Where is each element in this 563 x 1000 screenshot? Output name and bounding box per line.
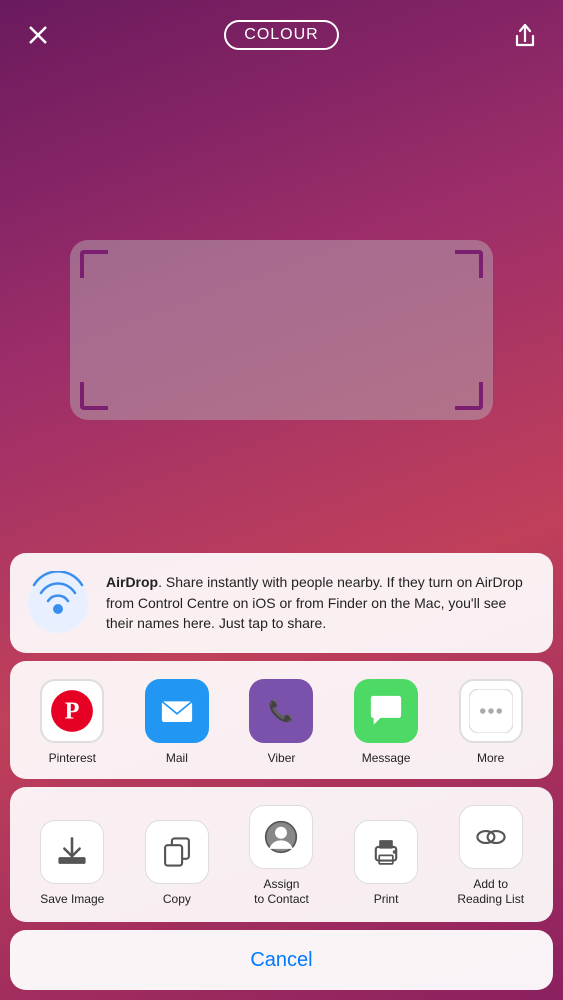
airdrop-description: AirDrop. Share instantly with people nea… [106, 572, 537, 633]
save-image-icon [40, 820, 104, 884]
save-image-label: Save Image [40, 892, 104, 908]
viber-icon: 📞 [249, 679, 313, 743]
share-sheet: AirDrop. Share instantly with people nea… [0, 553, 563, 1000]
svg-text:P: P [65, 698, 80, 725]
assign-contact-label: Assignto Contact [254, 877, 309, 908]
cancel-section[interactable]: Cancel [10, 930, 553, 990]
pinterest-icon: P [40, 679, 104, 743]
reading-list-icon [459, 805, 523, 869]
airdrop-section: AirDrop. Share instantly with people nea… [10, 553, 553, 653]
app-row-section: P Pinterest Mail [10, 661, 553, 779]
app-viber[interactable]: 📞 Viber [241, 679, 321, 765]
copy-icon [145, 820, 209, 884]
action-reading-list[interactable]: Add toReading List [451, 805, 531, 908]
svg-text:📞: 📞 [269, 698, 295, 723]
corner-tr [455, 250, 483, 278]
corner-br [455, 382, 483, 410]
mail-icon [145, 679, 209, 743]
more-label: More [477, 751, 504, 765]
action-print[interactable]: Print [346, 820, 426, 908]
app-mail[interactable]: Mail [137, 679, 217, 765]
close-button[interactable] [20, 17, 56, 53]
print-label: Print [374, 892, 399, 908]
copy-label: Copy [163, 892, 191, 908]
action-row: Save Image Copy [20, 805, 543, 908]
corner-bl [80, 382, 108, 410]
page-title: COLOUR [244, 26, 318, 43]
message-label: Message [362, 751, 411, 765]
cancel-label: Cancel [250, 949, 312, 972]
corner-tl [80, 250, 108, 278]
message-icon [354, 679, 418, 743]
action-row-section: Save Image Copy [10, 787, 553, 922]
viber-label: Viber [268, 751, 296, 765]
mail-label: Mail [166, 751, 188, 765]
reading-list-label: Add toReading List [457, 877, 524, 908]
print-icon [354, 820, 418, 884]
airdrop-title: AirDrop [106, 574, 158, 590]
app-message[interactable]: Message [346, 679, 426, 765]
airdrop-body: . Share instantly with people nearby. If… [106, 574, 523, 631]
share-icon [512, 21, 538, 49]
close-icon [26, 23, 50, 47]
action-save-image[interactable]: Save Image [32, 820, 112, 908]
qr-placeholder [70, 240, 493, 420]
pinterest-label: Pinterest [49, 751, 96, 765]
title-badge: COLOUR [224, 20, 338, 50]
action-assign-contact[interactable]: Assignto Contact [241, 805, 321, 908]
airdrop-icon [26, 571, 90, 635]
app-pinterest[interactable]: P Pinterest [32, 679, 112, 765]
share-button[interactable] [507, 17, 543, 53]
assign-contact-icon [249, 805, 313, 869]
app-row: P Pinterest Mail [20, 679, 543, 765]
top-bar: COLOUR [0, 0, 563, 70]
action-copy[interactable]: Copy [137, 820, 217, 908]
app-more[interactable]: More [451, 679, 531, 765]
more-icon [459, 679, 523, 743]
